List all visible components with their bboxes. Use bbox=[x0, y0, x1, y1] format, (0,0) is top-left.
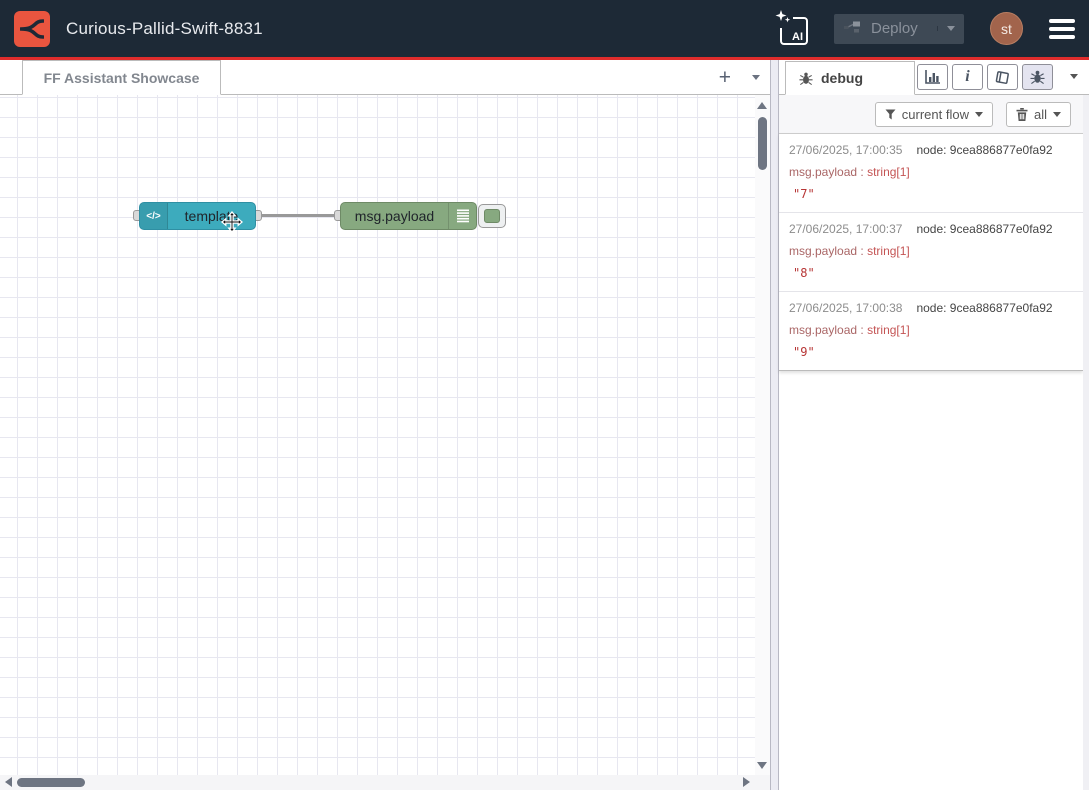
scroll-up-icon[interactable] bbox=[757, 102, 767, 109]
node-debug[interactable]: msg.payload bbox=[340, 202, 477, 230]
add-flow-icon[interactable]: + bbox=[716, 67, 734, 88]
message-timestamp: 27/06/2025, 17:00:35 bbox=[789, 143, 902, 157]
flow-tabbar: FF Assistant Showcase + bbox=[0, 60, 770, 95]
tab-ff-assistant-showcase[interactable]: FF Assistant Showcase bbox=[22, 60, 221, 95]
trash-icon bbox=[1016, 108, 1028, 121]
tab-debug[interactable]: debug bbox=[785, 61, 915, 95]
horizontal-scroll-thumb[interactable] bbox=[17, 778, 85, 787]
header: Curious-Pallid-Swift-8831 AI bbox=[0, 0, 1089, 57]
sidebar: debug i bbox=[779, 60, 1089, 790]
debug-message[interactable]: 27/06/2025, 17:00:38 node: 9cea886877e0fa… bbox=[779, 292, 1083, 370]
flowfuse-logo-icon[interactable] bbox=[14, 11, 50, 47]
deploy-button[interactable]: Deploy bbox=[834, 14, 964, 44]
message-property: msg.payload bbox=[789, 244, 857, 258]
debug-bug-icon[interactable] bbox=[1022, 64, 1053, 90]
main-menu-icon[interactable] bbox=[1049, 19, 1075, 39]
scroll-down-icon[interactable] bbox=[757, 762, 767, 769]
message-separator: : bbox=[860, 165, 863, 179]
message-node-id: node: 9cea886877e0fa92 bbox=[916, 301, 1052, 315]
code-icon: </> bbox=[140, 203, 168, 229]
wire-template-to-debug[interactable] bbox=[257, 214, 341, 217]
deploy-label: Deploy bbox=[871, 20, 918, 37]
tabbar-actions: + bbox=[716, 60, 760, 94]
debug-message[interactable]: 27/06/2025, 17:00:37 node: 9cea886877e0fa… bbox=[779, 213, 1083, 292]
sidebar-splitter[interactable] bbox=[770, 60, 779, 790]
filter-label: current flow bbox=[902, 107, 969, 122]
message-separator: : bbox=[860, 323, 863, 337]
sidebar-options-chevron-icon[interactable] bbox=[1070, 74, 1078, 79]
debug-toolbar: current flow all bbox=[779, 95, 1089, 133]
workspace: FF Assistant Showcase + </> template msg… bbox=[0, 60, 770, 790]
deploy-nodes-icon bbox=[843, 19, 861, 39]
message-node-id: node: 9cea886877e0fa92 bbox=[916, 222, 1052, 236]
sparkle-icon bbox=[774, 9, 793, 28]
sidebar-tabbar: debug i bbox=[779, 60, 1089, 95]
canvas-vertical-scrollbar[interactable] bbox=[755, 95, 770, 775]
message-separator: : bbox=[860, 244, 863, 258]
flow-tab-label: FF Assistant Showcase bbox=[44, 70, 200, 86]
message-value[interactable]: "8" bbox=[789, 266, 1073, 280]
message-property: msg.payload bbox=[789, 323, 857, 337]
message-value[interactable]: "9" bbox=[789, 345, 1073, 359]
scroll-right-icon[interactable] bbox=[743, 777, 750, 787]
message-value[interactable]: "7" bbox=[789, 187, 1073, 201]
list-icon bbox=[448, 203, 476, 229]
sidebar-tab-buttons: i bbox=[917, 64, 1053, 90]
info-icon[interactable]: i bbox=[952, 64, 983, 90]
flow-canvas[interactable]: </> template msg.payload bbox=[0, 95, 755, 775]
deploy-options-button[interactable] bbox=[937, 26, 955, 31]
canvas-horizontal-scrollbar[interactable] bbox=[0, 775, 755, 790]
vertical-scroll-thumb[interactable] bbox=[758, 117, 767, 170]
message-type: string[1] bbox=[867, 244, 910, 258]
debug-message[interactable]: 27/06/2025, 17:00:35 node: 9cea886877e0fa… bbox=[779, 134, 1083, 213]
debug-tab-label: debug bbox=[821, 70, 863, 86]
debug-enable-toggle[interactable] bbox=[478, 204, 506, 228]
sidebar-scroll-gutter[interactable] bbox=[1083, 95, 1089, 790]
debug-clear-button[interactable]: all bbox=[1006, 102, 1071, 127]
message-timestamp: 27/06/2025, 17:00:37 bbox=[789, 222, 902, 236]
message-type: string[1] bbox=[867, 323, 910, 337]
scroll-left-icon[interactable] bbox=[5, 777, 12, 787]
message-type: string[1] bbox=[867, 165, 910, 179]
book-icon[interactable] bbox=[987, 64, 1018, 90]
flow-list-chevron-icon[interactable] bbox=[752, 75, 760, 80]
ai-label: AI bbox=[792, 31, 803, 43]
debug-node-label: msg.payload bbox=[341, 208, 448, 224]
move-cursor-icon bbox=[221, 211, 243, 238]
avatar-initials: st bbox=[1001, 21, 1012, 37]
bug-icon bbox=[799, 71, 813, 86]
clear-scope-label: all bbox=[1034, 107, 1047, 122]
node-red-editor: Curious-Pallid-Swift-8831 AI bbox=[0, 0, 1089, 790]
debug-filter-button[interactable]: current flow bbox=[875, 102, 993, 127]
scrollbar-corner bbox=[755, 775, 770, 790]
message-node-id: node: 9cea886877e0fa92 bbox=[916, 143, 1052, 157]
debug-message-list: 27/06/2025, 17:00:35 node: 9cea886877e0fa… bbox=[779, 133, 1083, 371]
instance-title: Curious-Pallid-Swift-8831 bbox=[66, 19, 263, 39]
user-avatar[interactable]: st bbox=[990, 12, 1023, 45]
filter-icon bbox=[885, 109, 896, 120]
message-timestamp: 27/06/2025, 17:00:38 bbox=[789, 301, 902, 315]
dashboard-chart-icon[interactable] bbox=[917, 64, 948, 90]
message-property: msg.payload bbox=[789, 165, 857, 179]
header-actions: AI Deploy bbox=[780, 12, 1075, 45]
ai-assistant-button[interactable]: AI bbox=[780, 17, 808, 45]
